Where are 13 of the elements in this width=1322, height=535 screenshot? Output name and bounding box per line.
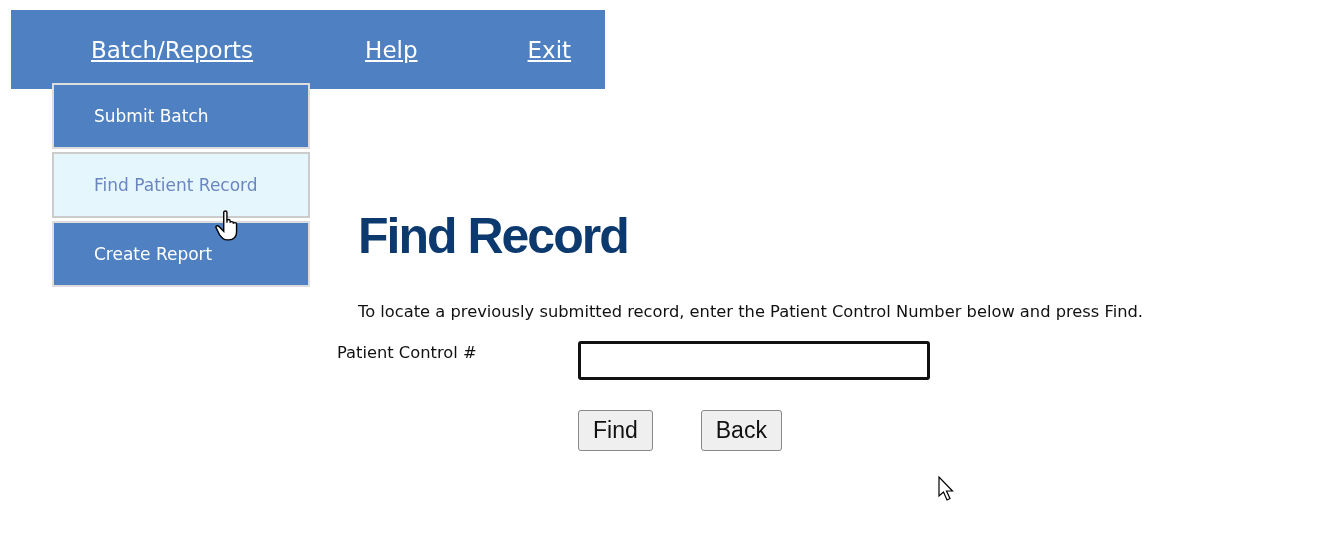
dropdown-item[interactable]: Find Patient Record <box>52 152 310 218</box>
form-button[interactable]: Find <box>578 410 653 451</box>
dropdown-item[interactable]: Create Report <box>52 221 310 287</box>
page-title: Find Record <box>358 207 629 266</box>
field-label: Patient Control # <box>337 342 478 364</box>
menu-link[interactable]: Help <box>365 36 418 63</box>
arrow-cursor-icon <box>938 476 954 502</box>
menu-link[interactable]: Exit <box>527 36 572 63</box>
dropdown-item[interactable]: Submit Batch <box>52 83 310 149</box>
input-field[interactable] <box>578 341 930 380</box>
menu-link[interactable]: Batch/Reports <box>91 36 254 63</box>
form-button[interactable]: Back <box>700 410 782 451</box>
instructions-text: To locate a previously submitted record, enter the Patient Control Number below and press Find. <box>358 302 1145 321</box>
